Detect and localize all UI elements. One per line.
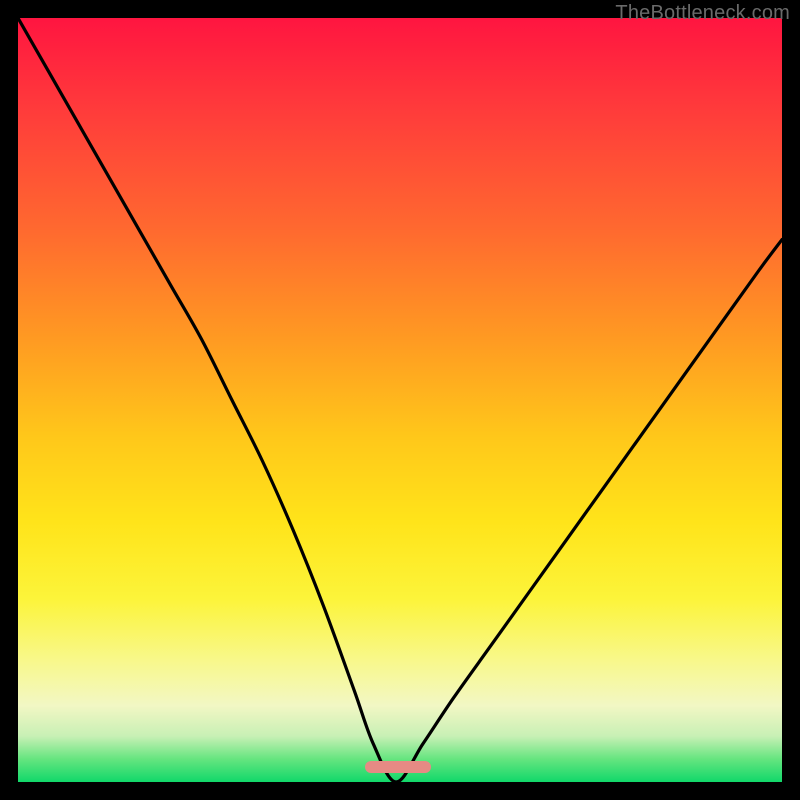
plot-area (18, 18, 782, 782)
bottleneck-curve (18, 18, 782, 782)
watermark-text: TheBottleneck.com (615, 2, 790, 25)
chart-frame: TheBottleneck.com (0, 0, 800, 800)
curve-path (18, 18, 782, 782)
minimum-marker (365, 761, 431, 773)
